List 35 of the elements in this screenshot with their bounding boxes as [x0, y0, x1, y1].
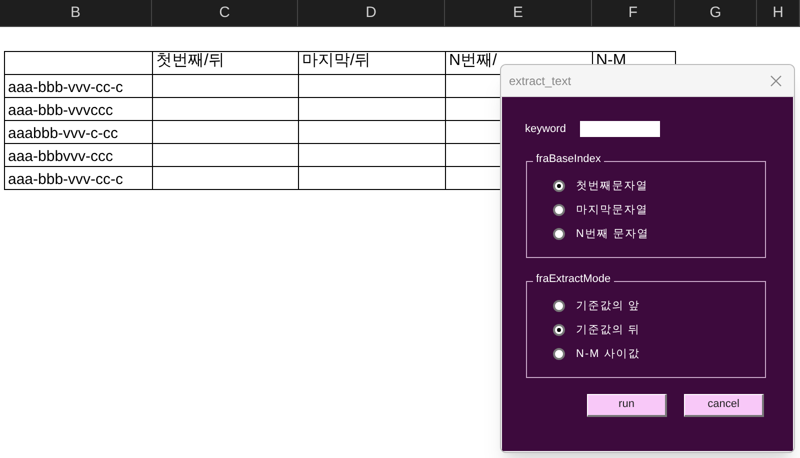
radio-label[interactable]: 첫번째문자열	[576, 178, 648, 194]
radio-label[interactable]: 기준값의 뒤	[576, 322, 640, 338]
run-button[interactable]: run	[587, 394, 667, 416]
header-cell-text: N번째/	[449, 52, 497, 69]
radio-button[interactable]	[553, 180, 565, 192]
column-header[interactable]: E	[512, 2, 523, 24]
column-header[interactable]: B	[70, 2, 80, 24]
radio-label[interactable]: N-M 사이값	[576, 346, 640, 362]
radio-button[interactable]	[553, 324, 565, 336]
table-cell: aaa-bbbvvv-ccc	[8, 148, 114, 165]
frame-title: fraExtractMode	[533, 274, 614, 284]
radio-label[interactable]: N번째 문자열	[576, 226, 649, 242]
column-header[interactable]: C	[219, 2, 230, 24]
radio-button[interactable]	[553, 204, 565, 216]
table-cell: aaa-bbb-vvv-cc-c	[8, 171, 124, 188]
radio-label[interactable]: 기준값의 앞	[576, 298, 640, 314]
dialog-title: extract_text	[509, 72, 572, 90]
keyword-label: keyword	[525, 122, 566, 137]
table-cell: aaa-bbb-vvvccc	[8, 102, 114, 119]
column-header[interactable]: D	[366, 2, 376, 24]
close-icon[interactable]	[770, 74, 782, 86]
radio-button[interactable]	[553, 300, 565, 312]
radio-button[interactable]	[553, 228, 565, 240]
header-cell-text: 첫번째/뒤	[156, 52, 224, 69]
radio-button[interactable]	[553, 348, 565, 360]
radio-label[interactable]: 마지막문자열	[576, 202, 648, 218]
table-cell: aaa-bbb-vvv-cc-c	[8, 79, 124, 96]
keyword-field[interactable]	[580, 121, 660, 138]
table-cell: aaabbb-vvv-c-cc	[8, 125, 118, 142]
column-header[interactable]: G	[710, 2, 722, 24]
column-header[interactable]: F	[628, 2, 638, 24]
column-header[interactable]: H	[772, 2, 784, 24]
header-cell-text: 마지막/뒤	[302, 52, 370, 69]
frame-title: fraBaseIndex	[533, 154, 604, 164]
cancel-button[interactable]: cancel	[684, 394, 764, 416]
